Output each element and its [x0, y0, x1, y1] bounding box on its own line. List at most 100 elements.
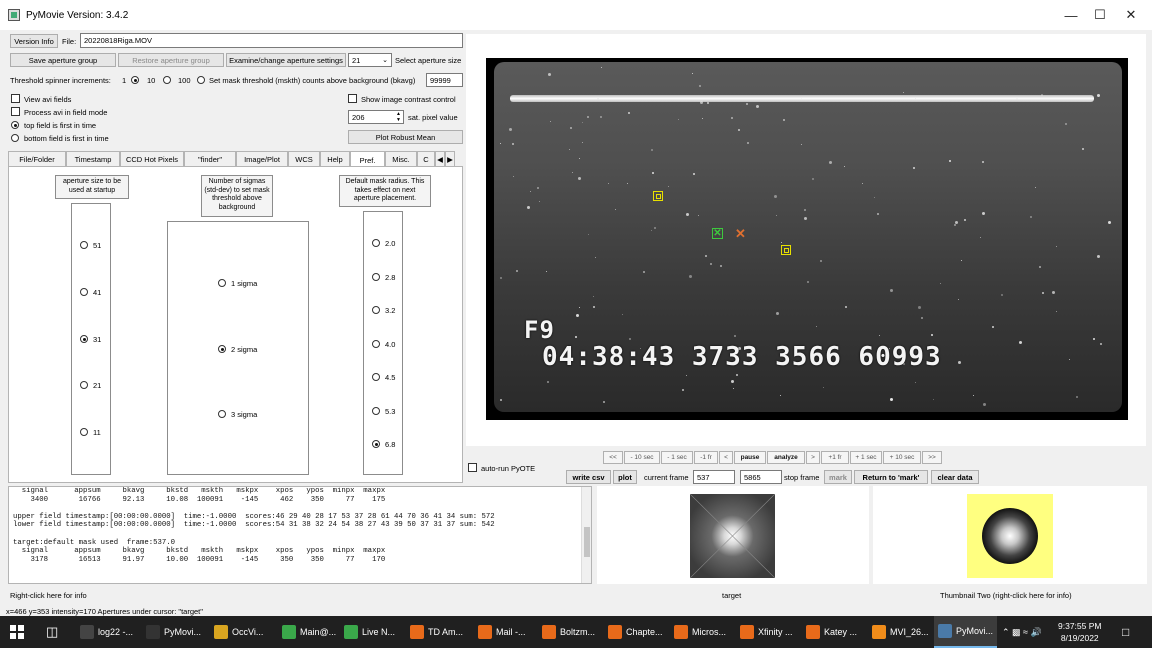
- radius-4-0-radio[interactable]: [372, 340, 380, 348]
- increment-100-radio[interactable]: [163, 76, 171, 84]
- analyze-button[interactable]: analyze: [767, 451, 805, 464]
- minus-10-sec-button[interactable]: - 10 sec: [624, 451, 660, 464]
- view-avi-fields-checkbox[interactable]: [11, 94, 20, 103]
- output-log[interactable]: signal appsum bkavg bkstd mskth mskpx xp…: [8, 486, 592, 584]
- first-frame-button[interactable]: <<: [603, 451, 623, 464]
- radius-6-8-radio[interactable]: [372, 440, 380, 448]
- system-tray-icons[interactable]: ⌃ ▩ ≈ 🔊: [1002, 616, 1042, 648]
- bottom-field-first-radio[interactable]: [11, 134, 19, 142]
- tab-wcs[interactable]: WCS: [288, 151, 320, 167]
- radius-5-3-radio[interactable]: [372, 407, 380, 415]
- tab-image-plot[interactable]: Image/Plot: [236, 151, 288, 167]
- aperture-21-radio[interactable]: [80, 381, 88, 389]
- video-frame[interactable]: F9 04:38:43 3733 3566 60993 ✕ ✕: [486, 58, 1128, 420]
- taskbar-item[interactable]: Katey ...: [802, 616, 861, 648]
- plus-10-sec-button[interactable]: + 10 sec: [883, 451, 921, 464]
- aperture-size-select[interactable]: 21 ⌄: [348, 53, 392, 67]
- close-icon[interactable]: ✕: [1114, 0, 1148, 30]
- return-to-mark-button[interactable]: Return to 'mark': [854, 470, 928, 484]
- sigma-2-radio[interactable]: [218, 345, 226, 353]
- field-mode-checkbox[interactable]: [11, 107, 20, 116]
- thumbnail-two-label: Thumbnail Two (right-click here for info…: [940, 591, 1072, 600]
- write-csv-button[interactable]: write csv: [566, 470, 611, 484]
- tab-misc[interactable]: Misc.: [385, 151, 417, 167]
- windows-start-icon[interactable]: [10, 616, 24, 648]
- target-thumbnail-image: [690, 494, 775, 578]
- last-frame-button[interactable]: >>: [922, 451, 942, 464]
- minus-1-sec-button[interactable]: - 1 sec: [661, 451, 693, 464]
- taskbar-item[interactable]: Mail -...: [474, 616, 530, 648]
- taskbar-item[interactable]: Chapte...: [604, 616, 667, 648]
- tab-file-folder[interactable]: File/Folder: [8, 151, 66, 167]
- tab-ccd-hot-pixels[interactable]: CCD Hot Pixels: [120, 151, 184, 167]
- prev-button[interactable]: <: [719, 451, 733, 464]
- star: [1068, 358, 1070, 360]
- task-view-icon[interactable]: ◫: [46, 616, 58, 648]
- save-aperture-group-button[interactable]: Save aperture group: [10, 53, 116, 67]
- mask-threshold-spinner[interactable]: 99999: [426, 73, 463, 87]
- taskbar-app-icon: [938, 624, 952, 638]
- aperture-11-radio[interactable]: [80, 428, 88, 436]
- star: [581, 142, 583, 144]
- plus-1-frame-button[interactable]: +1 fr: [821, 451, 849, 464]
- restore-aperture-group-button[interactable]: Restore aperture group: [118, 53, 224, 67]
- taskbar-item-label: Live N...: [362, 627, 396, 637]
- target-thumbnail-panel[interactable]: [597, 486, 869, 584]
- tab-timestamp[interactable]: Timestamp: [66, 151, 120, 167]
- sat-pixel-spinner[interactable]: 206 ▲ ▼: [348, 110, 404, 124]
- increment-10-radio[interactable]: [131, 76, 139, 84]
- log-scroll-thumb[interactable]: [584, 527, 590, 557]
- clock[interactable]: 9:37:55 PM 8/19/2022: [1058, 616, 1101, 648]
- mask-threshold-radio[interactable]: [197, 76, 205, 84]
- taskbar-item[interactable]: Boltzm...: [538, 616, 599, 648]
- aperture-box-1[interactable]: [653, 191, 663, 201]
- target-aperture-icon[interactable]: ✕: [712, 228, 723, 239]
- tab-c[interactable]: C: [417, 151, 435, 167]
- plot-robust-mean-button[interactable]: Plot Robust Mean: [348, 130, 463, 144]
- clear-data-button[interactable]: clear data: [931, 470, 979, 484]
- aperture-41-radio[interactable]: [80, 288, 88, 296]
- version-info-button[interactable]: Version Info: [10, 34, 58, 48]
- tab-scroll-right-icon[interactable]: ▶: [445, 151, 455, 167]
- radius-4-5-radio[interactable]: [372, 373, 380, 381]
- pause-button[interactable]: pause: [734, 451, 766, 464]
- tab-scroll-left-icon[interactable]: ◀: [435, 151, 445, 167]
- maximize-icon[interactable]: ☐: [1083, 0, 1117, 30]
- auto-run-pyote-checkbox[interactable]: [468, 463, 477, 472]
- mark-button[interactable]: mark: [824, 470, 852, 484]
- taskbar-item[interactable]: Micros...: [670, 616, 730, 648]
- current-frame-field[interactable]: 537: [693, 470, 735, 484]
- aperture-box-2[interactable]: [781, 245, 791, 255]
- notification-icon[interactable]: □: [1122, 616, 1129, 648]
- sigma-1-radio[interactable]: [218, 279, 226, 287]
- star: [622, 313, 624, 315]
- log-scrollbar[interactable]: [581, 487, 591, 583]
- plus-1-sec-button[interactable]: + 1 sec: [850, 451, 882, 464]
- taskbar-item[interactable]: Xfinity ...: [736, 616, 797, 648]
- tab-help[interactable]: Help: [320, 151, 350, 167]
- stop-frame-field[interactable]: 5865: [740, 470, 782, 484]
- radius-3-2-radio[interactable]: [372, 306, 380, 314]
- radius-2-0-radio[interactable]: [372, 239, 380, 247]
- tab-finder[interactable]: "finder": [184, 151, 236, 167]
- radius-2-8-radio[interactable]: [372, 273, 380, 281]
- examine-aperture-settings-button[interactable]: Examine/change aperture settings: [226, 53, 346, 67]
- right-click-info-label[interactable]: Right-click here for info: [10, 591, 87, 600]
- minus-1-frame-button[interactable]: -1 fr: [694, 451, 718, 464]
- next-button[interactable]: >: [806, 451, 820, 464]
- taskbar-item[interactable]: MVI_26...: [868, 616, 933, 648]
- taskbar-item[interactable]: Main@...: [278, 616, 340, 648]
- taskbar-item[interactable]: OccVi...: [210, 616, 267, 648]
- taskbar-item[interactable]: Live N...: [340, 616, 399, 648]
- aperture-31-radio[interactable]: [80, 335, 88, 343]
- taskbar-item[interactable]: PyMovi...: [934, 616, 998, 648]
- sigma-3-radio[interactable]: [218, 410, 226, 418]
- plot-button[interactable]: plot: [613, 470, 637, 484]
- taskbar-item[interactable]: log22 -...: [76, 616, 137, 648]
- taskbar-item[interactable]: PyMovi...: [142, 616, 205, 648]
- thumbnail-two-panel[interactable]: [873, 486, 1147, 584]
- aperture-51-radio[interactable]: [80, 241, 88, 249]
- top-field-first-radio[interactable]: [11, 121, 19, 129]
- contrast-control-checkbox[interactable]: [348, 94, 357, 103]
- taskbar-item[interactable]: TD Am...: [406, 616, 467, 648]
